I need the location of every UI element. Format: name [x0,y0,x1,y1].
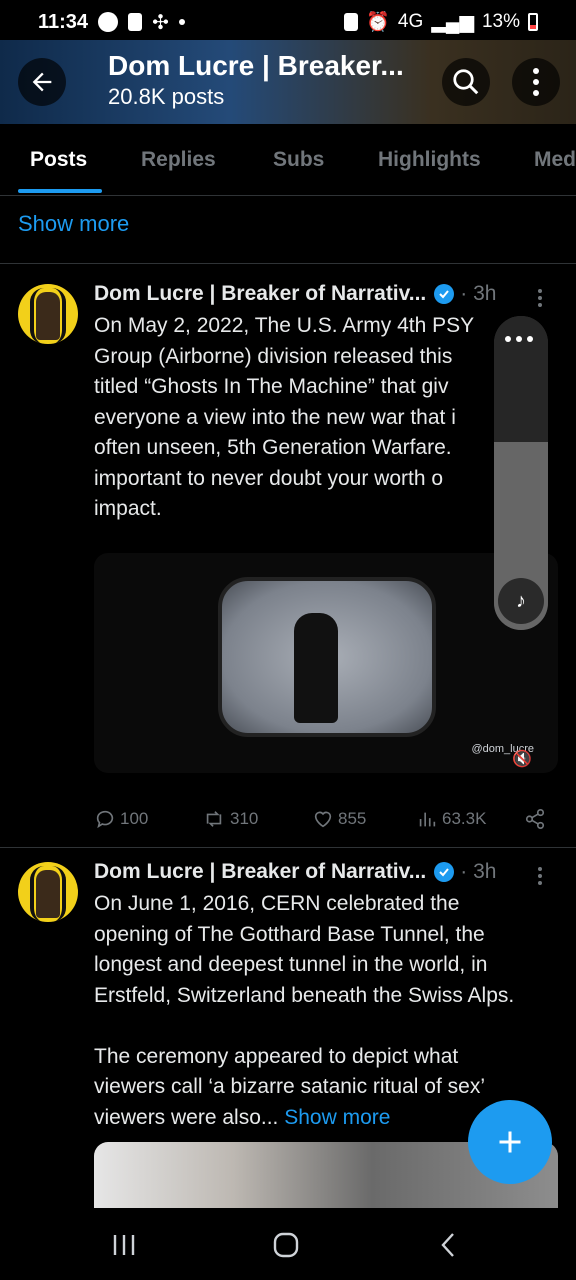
muted-speaker-icon[interactable]: 🔇 [512,749,532,769]
post-video[interactable]: @dom_lucre 🔇 [94,553,558,773]
show-more-link[interactable]: Show more [284,1106,390,1129]
network-type: 4G [397,11,424,32]
divider [0,263,576,264]
repost-count: 310 [230,809,259,828]
status-bar: 11:34 ✣ ⏰ 4G ▂▄▆ 13% [0,0,576,44]
vertical-ellipsis-icon [533,68,539,96]
notification-icons: ✣ [98,10,185,35]
system-nav-bar [0,1208,576,1280]
like-count: 855 [338,809,367,828]
status-time: 11:34 [38,10,89,33]
home-button[interactable] [266,1228,306,1262]
tab-highlights[interactable]: Highlights [378,148,481,172]
profile-tabs: Posts Replies Subs Highlights Med [0,124,576,196]
divider [0,847,576,848]
post-time: · 3h [460,860,497,883]
back-nav-button[interactable] [428,1228,468,1262]
verified-badge-icon [434,862,455,882]
compose-post-button[interactable] [468,1100,552,1184]
active-tab-indicator [18,189,102,193]
reply-button[interactable]: 100 [94,808,148,830]
lock-icon [344,13,359,31]
profile-header: Dom Lucre | Breaker... 20.8K posts [0,40,576,124]
search-icon [453,69,479,95]
heart-icon [314,811,332,828]
more-notifications-dot-icon [178,19,185,25]
verified-badge-icon [434,284,455,304]
tab-media[interactable]: Med [534,148,576,172]
plus-icon [499,1131,521,1153]
show-more-link[interactable]: Show more [18,211,129,237]
chevron-left-icon [441,1233,454,1257]
view-count: 63.3K [442,809,487,828]
repost-button[interactable]: 310 [202,808,258,830]
post-text-body: On June 1, 2016, CERN celebrated the ope… [94,892,515,1129]
more-options-button[interactable] [512,58,560,106]
home-icon [273,1232,299,1258]
battery-percent: 13% [481,11,520,32]
back-button[interactable] [18,58,66,106]
analytics-icon [419,812,436,827]
views-button[interactable]: 63.3K [416,808,486,830]
volume-panel[interactable]: ♪ [494,316,548,630]
post-actions: 100 310 855 63.3K [94,808,558,834]
avatar[interactable] [18,862,78,922]
reply-icon [96,810,114,829]
page-title: Dom Lucre | Breaker... [108,50,404,81]
post-count: 20.8K posts [108,84,225,109]
post-text: On June 1, 2016, CERN celebrated the ope… [94,889,564,1133]
post-menu-icon[interactable] [538,864,544,888]
share-icon [525,809,545,829]
post-menu-icon[interactable] [538,286,544,310]
author-name[interactable]: Dom Lucre | Breaker of Narrativ... [94,282,426,306]
video-figure [294,613,338,723]
battery-icon [528,13,538,31]
author-name[interactable]: Dom Lucre | Breaker of Narrativ... [94,860,426,884]
arrow-left-icon [32,72,52,92]
recent-apps-button[interactable] [104,1228,144,1262]
like-button[interactable]: 855 [312,808,366,830]
reply-count: 100 [120,809,149,828]
messenger-icon [98,12,119,32]
app-notification-icon [128,13,143,31]
tab-subs[interactable]: Subs [273,148,324,172]
repost-icon [206,811,222,827]
post-time: · 3h [460,282,497,305]
media-volume-icon[interactable]: ♪ [498,578,544,624]
recent-apps-icon [113,1235,135,1255]
volume-more-icon[interactable] [505,336,533,342]
share-button[interactable] [524,808,546,830]
post-header: Dom Lucre | Breaker of Narrativ... · 3h [94,282,496,306]
tab-replies[interactable]: Replies [141,148,216,172]
alarm-icon: ⏰ [366,12,390,33]
slack-icon: ✣ [152,11,169,34]
tab-posts[interactable]: Posts [30,148,87,172]
avatar[interactable] [18,284,78,344]
header-titles: Dom Lucre | Breaker... 20.8K posts [108,50,404,110]
post-header: Dom Lucre | Breaker of Narrativ... · 3h [94,860,496,884]
signal-icon: ▂▄▆ [431,11,474,33]
search-button[interactable] [442,58,490,106]
